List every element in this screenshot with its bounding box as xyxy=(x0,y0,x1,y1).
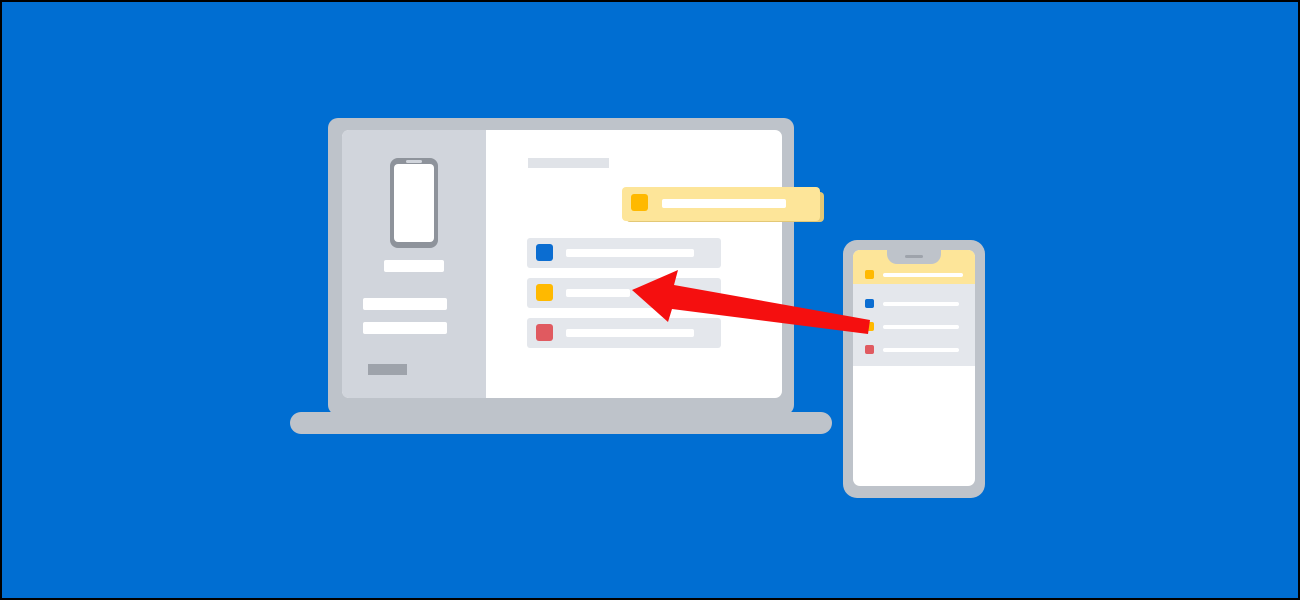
illustration-canvas xyxy=(0,0,1300,600)
arrow-overlay xyxy=(632,270,870,334)
drag-arrow-icon xyxy=(632,270,870,334)
drag-arrow-icon xyxy=(632,270,870,334)
